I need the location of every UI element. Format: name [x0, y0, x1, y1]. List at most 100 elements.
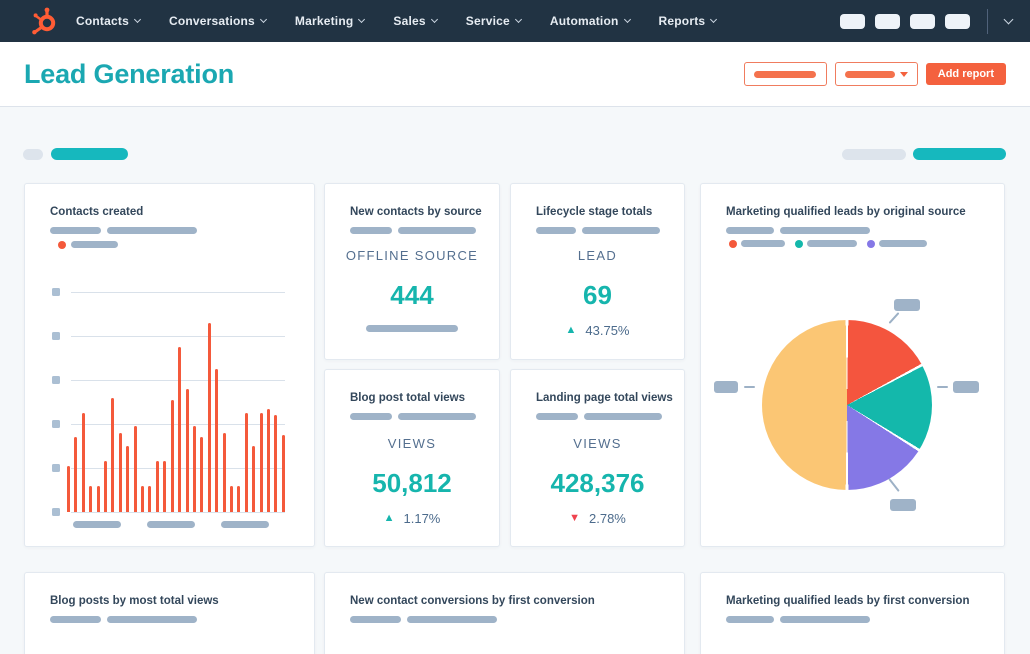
- nav-item-marketing[interactable]: Marketing: [294, 14, 366, 28]
- card-landing-page-total-views: Landing page total views VIEWS 428,376 ▼…: [510, 369, 685, 547]
- top-navigation-bar: Contacts Conversations Marketing Sales S…: [0, 0, 1030, 42]
- subtitle-placeholder: [780, 227, 870, 234]
- chevron-down-icon: [133, 15, 141, 24]
- bar: [104, 461, 108, 512]
- bar: [200, 437, 204, 512]
- account-chevron-down-icon[interactable]: [1003, 14, 1014, 24]
- bar: [67, 465, 70, 512]
- card-new-contacts-by-source: New contacts by source OFFLINE SOURCE 44…: [324, 183, 500, 360]
- nav-utility-icon-placeholder[interactable]: [840, 13, 865, 29]
- y-axis-tick-placeholder: [52, 508, 60, 516]
- subtitle-placeholder: [350, 227, 392, 234]
- card-mql-by-first-conversion: Marketing qualified leads by first conve…: [700, 572, 1005, 654]
- metric-value: 69: [583, 280, 612, 310]
- delta-value: 1.17%: [403, 511, 441, 526]
- hubspot-logo-icon[interactable]: [28, 6, 62, 36]
- bar: [89, 485, 93, 512]
- card-title: Contacts created: [50, 206, 144, 218]
- metric-value: 428,376: [550, 468, 645, 498]
- card-title: Marketing qualified leads by first conve…: [726, 595, 970, 607]
- subtitle-placeholder: [780, 616, 870, 623]
- card-title: New contacts by source: [350, 206, 482, 218]
- y-axis-tick-placeholder: [52, 464, 60, 472]
- metric: LEAD 69 ▲ 43.75%: [511, 248, 684, 338]
- subtitle-placeholder: [50, 616, 101, 623]
- nav-menu: Contacts Conversations Marketing Sales S…: [76, 14, 718, 28]
- metric-label: OFFLINE SOURCE: [345, 248, 479, 263]
- card-lifecycle-stage-totals: Lifecycle stage totals LEAD 69 ▲ 43.75%: [510, 183, 685, 360]
- nav-item-label: Marketing: [294, 14, 354, 28]
- contacts-created-bars: [67, 292, 285, 512]
- filter-placeholder[interactable]: [842, 148, 906, 160]
- gridline: [71, 512, 285, 513]
- active-filter-pill[interactable]: [51, 148, 128, 160]
- pie-connector-line: [888, 312, 900, 324]
- active-filter-pill[interactable]: [913, 148, 1006, 160]
- nav-item-reports[interactable]: Reports: [658, 14, 718, 28]
- card-blog-posts-by-most-total-views: Blog posts by most total views: [24, 572, 315, 654]
- bar: [178, 347, 182, 512]
- subtitle-placeholder: [398, 413, 476, 420]
- chevron-down-icon: [710, 15, 718, 24]
- nav-item-label: Contacts: [76, 14, 129, 28]
- card-new-contact-conversions-by-first-conversion: New contact conversions by first convers…: [324, 572, 685, 654]
- subtitle-placeholder: [50, 227, 101, 234]
- subtitle-placeholder: [107, 227, 197, 234]
- nav-item-conversations[interactable]: Conversations: [169, 14, 267, 28]
- nav-item-label: Automation: [549, 14, 619, 28]
- x-axis-label-placeholder: [73, 521, 121, 528]
- dashboard-dropdown-button[interactable]: [834, 62, 918, 86]
- metric: VIEWS 50,812 ▲ 1.17%: [325, 436, 499, 526]
- subtitle-placeholder: [407, 616, 497, 623]
- button-label-placeholder: [754, 70, 817, 78]
- pie-slice-label-placeholder: [714, 381, 738, 393]
- legend-dot-icon: [58, 241, 66, 249]
- card-title: Blog posts by most total views: [50, 595, 219, 607]
- legend-label-placeholder: [879, 240, 927, 247]
- subtitle-placeholder: [582, 227, 660, 234]
- metric: OFFLINE SOURCE 444: [325, 248, 499, 332]
- mql-pie-chart: [762, 320, 932, 490]
- page-header: Lead Generation Add report: [0, 42, 1030, 107]
- card-mql-by-original-source: Marketing qualified leads by original so…: [700, 183, 1005, 547]
- x-axis-label-placeholder: [221, 521, 269, 528]
- nav-utility-icon-placeholder[interactable]: [875, 13, 900, 29]
- pie-slice-label-placeholder: [890, 499, 916, 511]
- bar: [74, 437, 78, 512]
- nav-item-service[interactable]: Service: [466, 14, 522, 28]
- decrease-triangle-icon: ▼: [569, 512, 580, 524]
- bar: [259, 413, 263, 512]
- subtitle-placeholder: [584, 413, 662, 420]
- nav-item-contacts[interactable]: Contacts: [76, 14, 141, 28]
- pie-connector-line: [888, 478, 900, 492]
- add-report-button[interactable]: Add report: [925, 63, 1006, 85]
- nav-divider: [987, 8, 988, 34]
- nav-item-automation[interactable]: Automation: [549, 14, 631, 28]
- hubspot-sprocket-icon: [32, 7, 56, 35]
- bar: [111, 397, 115, 512]
- delta-value: 43.75%: [585, 323, 630, 338]
- y-axis-tick-placeholder: [52, 420, 60, 428]
- bar: [133, 426, 137, 512]
- filter-placeholder[interactable]: [23, 148, 43, 160]
- card-contacts-created: Contacts created: [24, 183, 315, 547]
- nav-utility-icon-placeholder[interactable]: [945, 13, 970, 29]
- bar: [141, 485, 145, 512]
- metric-value: 444: [390, 280, 434, 310]
- subtitle-placeholder: [726, 227, 774, 234]
- pie-connector-line: [937, 386, 948, 388]
- nav-item-sales[interactable]: Sales: [393, 14, 438, 28]
- chevron-down-icon: [358, 15, 366, 24]
- metric-label: VIEWS: [573, 436, 622, 451]
- bar: [266, 408, 270, 512]
- nav-utility-icon-placeholder[interactable]: [910, 13, 935, 29]
- dashboard-action-button[interactable]: [743, 62, 827, 86]
- delta-row: ▲ 1.17%: [325, 511, 499, 526]
- chevron-down-icon: [623, 15, 631, 24]
- nav-item-label: Reports: [658, 14, 706, 28]
- bar: [192, 426, 196, 512]
- bar: [281, 435, 285, 512]
- subtitle-placeholder: [107, 616, 197, 623]
- legend-dot-icon: [867, 240, 875, 248]
- bar: [170, 399, 174, 512]
